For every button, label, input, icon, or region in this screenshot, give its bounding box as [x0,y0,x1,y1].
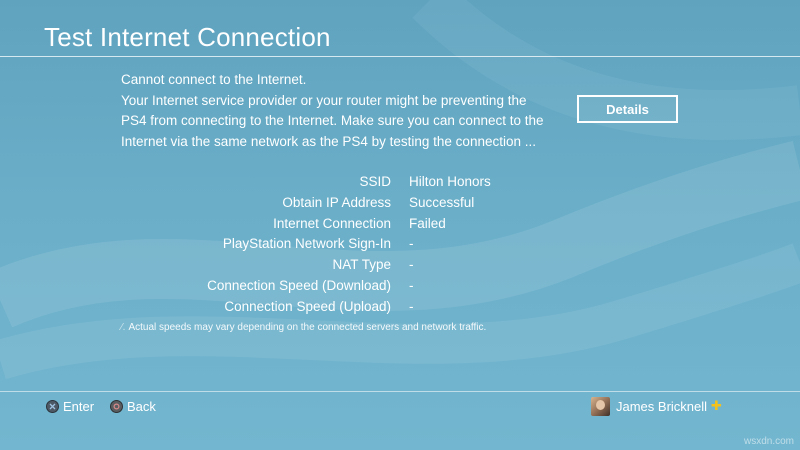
result-value: Hilton Honors [409,174,491,189]
result-value: - [409,257,414,273]
result-value: - [409,277,414,293]
username: James Bricknell [616,398,708,414]
avatar [591,396,610,416]
result-row-ssid: SSID Hilton Honors [0,172,800,193]
result-value: - [409,298,414,314]
result-label: Connection Speed (Upload) [224,298,391,314]
message-line: Internet via the same network as the PS4… [121,133,536,149]
enter-hint[interactable]: Enter [46,398,94,414]
result-row-upload-speed: Connection Speed (Upload) - [0,297,800,318]
circle-button-icon [110,399,123,413]
result-row-nat-type: NAT Type - [0,255,800,276]
result-label: Connection Speed (Download) [207,277,391,293]
error-message: Cannot connect to the Internet. Your Int… [121,70,571,152]
result-label: SSID [359,174,391,189]
message-line: PS4 from connecting to the Internet. Mak… [121,113,544,128]
result-row-ip-address: Obtain IP Address Successful [0,193,800,214]
message-line: Your Internet service provider or your r… [121,92,527,108]
result-value: Successful [409,194,475,210]
result-row-internet-connection: Internet Connection Failed [0,214,800,235]
details-button[interactable]: Details [577,95,678,123]
back-label: Back [127,398,156,414]
playstation-plus-icon: ✚ [711,398,722,413]
result-label: Obtain IP Address [282,194,391,210]
back-hint[interactable]: Back [110,398,156,414]
result-row-download-speed: Connection Speed (Download) - [0,276,800,297]
result-label: NAT Type [332,257,391,273]
result-label: Internet Connection [273,215,391,231]
result-label: PlayStation Network Sign-In [222,236,391,252]
cross-button-icon [46,399,59,413]
speed-footnote: ⁄. Actual speeds may vary depending on th… [121,322,486,333]
footer-divider [0,391,800,392]
message-line: Cannot connect to the Internet. [121,72,307,87]
result-value: Failed [409,215,446,231]
footnote-mark-icon: ⁄. [121,322,126,333]
footnote-text: Actual speeds may vary depending on the … [128,322,487,333]
watermark: wsxdn.com [743,436,794,447]
result-row-psn-sign-in: PlayStation Network Sign-In - [0,234,800,255]
user-profile[interactable]: James Bricknell ✚ [591,396,722,416]
result-value: - [409,236,414,252]
page-title: Test Internet Connection [44,22,331,52]
results-table: SSID Hilton Honors Obtain IP Address Suc… [0,172,800,318]
enter-label: Enter [63,398,95,414]
title-divider [0,56,800,57]
